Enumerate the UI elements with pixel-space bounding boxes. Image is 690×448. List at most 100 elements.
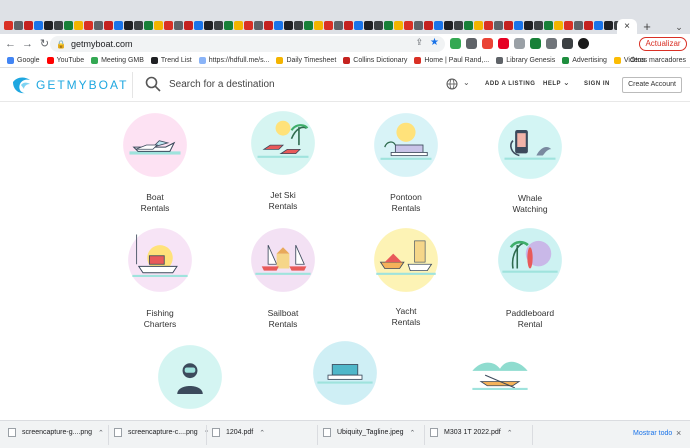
category-card[interactable] bbox=[295, 339, 395, 407]
category-card[interactable]: Yacht Rentals bbox=[356, 226, 456, 327]
tab-favicon[interactable] bbox=[204, 21, 213, 30]
search-icon[interactable] bbox=[145, 76, 161, 92]
tab-favicon[interactable] bbox=[414, 21, 423, 30]
tab-favicon[interactable] bbox=[364, 21, 373, 30]
tab-favicon[interactable] bbox=[334, 21, 343, 30]
tab-favicon[interactable] bbox=[344, 21, 353, 30]
tab-favicon[interactable] bbox=[164, 21, 173, 30]
tab-favicon[interactable] bbox=[54, 21, 63, 30]
tab-favicon[interactable] bbox=[44, 21, 53, 30]
bookmark-item[interactable]: Collins Dictionary bbox=[343, 57, 407, 64]
category-label[interactable]: Sailboat Rentals bbox=[233, 308, 333, 330]
bookmark-item[interactable]: Trend List bbox=[150, 57, 192, 64]
bookmark-item[interactable]: YouTube bbox=[46, 57, 84, 64]
tab-favicon[interactable] bbox=[274, 21, 283, 30]
chevron-up-icon[interactable]: ⌃ bbox=[410, 429, 416, 437]
add-listing-link[interactable]: ADD A LISTING bbox=[485, 81, 535, 87]
tab-favicon[interactable] bbox=[574, 21, 583, 30]
category-card[interactable]: Paddleboard Rental bbox=[480, 226, 580, 329]
tab-favicons[interactable] bbox=[4, 21, 623, 33]
address-bar[interactable]: 🔒 getmyboat.com ⇪ ★ bbox=[50, 36, 445, 52]
tab-favicon[interactable] bbox=[64, 21, 73, 30]
extension-icon[interactable] bbox=[514, 38, 525, 49]
tab-favicon[interactable] bbox=[354, 21, 363, 30]
pinterest-icon[interactable] bbox=[498, 38, 509, 49]
tab-favicon[interactable] bbox=[454, 21, 463, 30]
tab-favicon[interactable] bbox=[304, 21, 313, 30]
download-item[interactable]: screencapture-g....png ⌃ bbox=[8, 428, 104, 437]
download-item[interactable]: M303 1T 2022.pdf ⌃ bbox=[430, 428, 513, 437]
tab-favicon[interactable] bbox=[74, 21, 83, 30]
tab-favicon[interactable] bbox=[524, 21, 533, 30]
tab-favicon[interactable] bbox=[214, 21, 223, 30]
category-label[interactable]: Whale Watching bbox=[480, 193, 580, 215]
help-chevron-icon[interactable]: ⌄ bbox=[563, 78, 570, 87]
help-link[interactable]: HELP bbox=[543, 81, 561, 87]
update-button[interactable]: Actualizar bbox=[639, 37, 687, 51]
bookmark-item[interactable]: Advertising bbox=[562, 57, 607, 64]
tab-favicon[interactable] bbox=[14, 21, 23, 30]
tab-favicon[interactable] bbox=[94, 21, 103, 30]
menu-list-icon[interactable] bbox=[562, 38, 573, 49]
back-icon[interactable]: ← bbox=[4, 37, 17, 51]
tab-favicon[interactable] bbox=[434, 21, 443, 30]
active-tab[interactable]: × bbox=[617, 19, 637, 34]
bookmark-item[interactable]: https://hdfull.me/s... bbox=[198, 57, 269, 64]
tab-favicon[interactable] bbox=[244, 21, 253, 30]
tab-favicon[interactable] bbox=[194, 21, 203, 30]
tab-favicon[interactable] bbox=[444, 21, 453, 30]
category-card[interactable]: Jet Ski Rentals bbox=[233, 109, 333, 211]
tab-favicon[interactable] bbox=[134, 21, 143, 30]
extension-icon[interactable] bbox=[450, 38, 461, 49]
profile-avatar[interactable] bbox=[578, 38, 589, 49]
address-url[interactable]: getmyboat.com bbox=[71, 39, 133, 49]
tab-favicon[interactable] bbox=[4, 21, 13, 30]
tab-favicon[interactable] bbox=[534, 21, 543, 30]
tab-favicon[interactable] bbox=[124, 21, 133, 30]
tab-favicon[interactable] bbox=[474, 21, 483, 30]
tab-favicon[interactable] bbox=[544, 21, 553, 30]
tab-favicon[interactable] bbox=[604, 21, 613, 30]
category-card[interactable]: Sailboat Rentals bbox=[233, 226, 333, 329]
chevron-up-icon[interactable]: ⌃ bbox=[98, 429, 104, 437]
category-card[interactable] bbox=[140, 343, 240, 411]
tab-favicon[interactable] bbox=[294, 21, 303, 30]
tab-favicon[interactable] bbox=[144, 21, 153, 30]
tab-search-icon[interactable]: ⌄ bbox=[672, 20, 686, 34]
extension-icon[interactable] bbox=[482, 38, 493, 49]
tab-favicon[interactable] bbox=[384, 21, 393, 30]
category-card[interactable]: Pontoon Rentals bbox=[356, 111, 456, 213]
bookmark-item[interactable]: Home | Paul Rand,... bbox=[414, 57, 489, 64]
tab-favicon[interactable] bbox=[34, 21, 43, 30]
category-label[interactable]: Fishing Charters bbox=[110, 308, 210, 330]
category-label[interactable]: Boat Rentals bbox=[105, 192, 205, 214]
category-label[interactable]: Paddleboard Rental bbox=[480, 308, 580, 330]
tab-favicon[interactable] bbox=[324, 21, 333, 30]
close-tab-icon[interactable]: × bbox=[624, 21, 630, 32]
category-card[interactable]: Whale Watching bbox=[480, 113, 580, 214]
tab-favicon[interactable] bbox=[234, 21, 243, 30]
other-bookmarks[interactable]: Otros marcadores bbox=[630, 57, 686, 64]
tab-favicon[interactable] bbox=[504, 21, 513, 30]
tab-favicon[interactable] bbox=[564, 21, 573, 30]
chevron-up-icon[interactable]: ⌃ bbox=[507, 429, 513, 437]
tab-favicon[interactable] bbox=[374, 21, 383, 30]
tab-favicon[interactable] bbox=[264, 21, 273, 30]
tab-favicon[interactable] bbox=[104, 21, 113, 30]
tab-favicon[interactable] bbox=[24, 21, 33, 30]
tab-favicon[interactable] bbox=[494, 21, 503, 30]
tab-favicon[interactable] bbox=[554, 21, 563, 30]
getmyboat-logo[interactable]: GETMYBOAT bbox=[12, 76, 128, 94]
download-item[interactable]: Ubiquity_Tagline.jpeg ⌃ bbox=[323, 428, 415, 437]
bookmark-item[interactable]: Library Genesis bbox=[496, 57, 555, 64]
search-input[interactable]: Search for a destination bbox=[169, 79, 275, 90]
tab-favicon[interactable] bbox=[154, 21, 163, 30]
tab-favicon[interactable] bbox=[464, 21, 473, 30]
tab-favicon[interactable] bbox=[314, 21, 323, 30]
bookmark-star-icon[interactable]: ★ bbox=[430, 37, 439, 48]
tab-favicon[interactable] bbox=[224, 21, 233, 30]
category-label[interactable]: Jet Ski Rentals bbox=[233, 190, 333, 212]
forward-icon[interactable]: → bbox=[21, 37, 34, 51]
bookmark-item[interactable]: Google bbox=[7, 57, 40, 64]
category-card[interactable]: Boat Rentals bbox=[105, 111, 205, 213]
